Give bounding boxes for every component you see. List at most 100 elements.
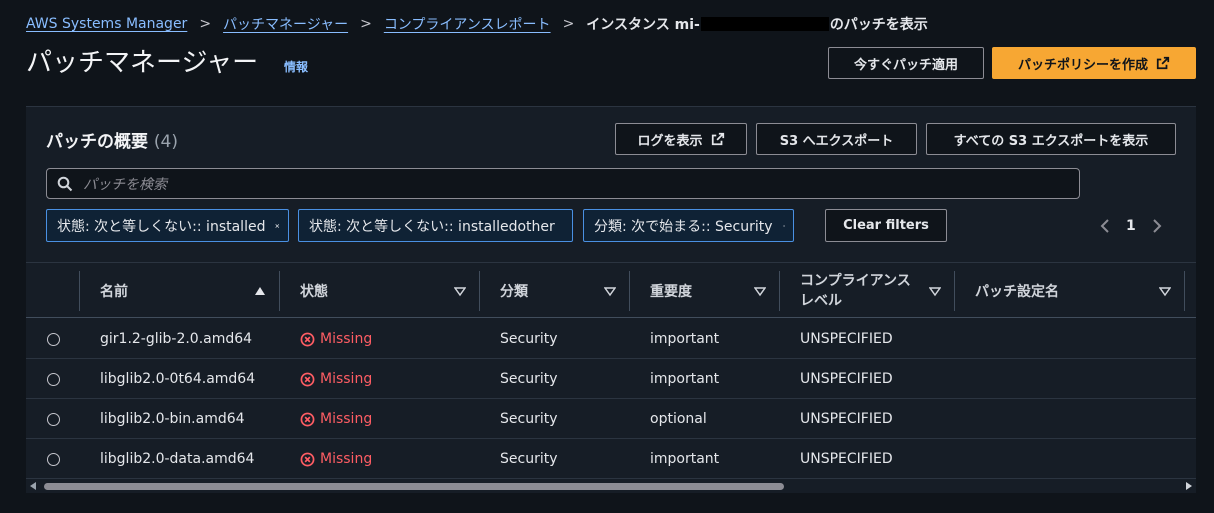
breadcrumb-separator-icon: >: [360, 16, 372, 32]
breadcrumb-current-prefix: インスタンス mi-: [586, 17, 700, 33]
column-divider: [1184, 271, 1185, 311]
breadcrumb-separator-icon: >: [562, 16, 575, 32]
column-header-state[interactable]: 状態: [300, 263, 328, 319]
cell-state: Missing: [300, 319, 372, 359]
cell-compliance: UNSPECIFIED: [800, 451, 893, 467]
column-divider: [954, 271, 955, 311]
row-select-radio[interactable]: [47, 333, 60, 346]
column-header-compliance-line2: レベル: [800, 293, 842, 309]
cell-compliance: UNSPECIFIED: [800, 331, 893, 347]
cell-severity: optional: [650, 411, 707, 427]
cell-name: libglib2.0-0t64.amd64: [100, 371, 256, 387]
column-header-severity[interactable]: 重要度: [650, 263, 692, 319]
column-header-compliance[interactable]: コンプライアンス レベル: [800, 263, 911, 319]
column-divider: [779, 271, 780, 311]
external-link-icon: [711, 132, 724, 146]
view-logs-button[interactable]: ログを表示: [615, 123, 747, 155]
export-s3-label: S3 へエクスポート: [779, 133, 894, 149]
panel-title: パッチの概要 (4): [46, 127, 178, 152]
table-row[interactable]: libglib2.0-0t64.amd64 Missing Security i…: [26, 359, 1196, 399]
clear-filters-button[interactable]: Clear filters: [825, 209, 947, 242]
chevron-left-icon[interactable]: [1100, 219, 1110, 233]
sort-descending-icon[interactable]: [454, 285, 466, 297]
panel-count: (4): [153, 132, 179, 152]
apply-patch-now-button[interactable]: 今すぐパッチ適用: [828, 47, 984, 79]
column-header-name[interactable]: 名前: [100, 263, 128, 319]
chevron-right-icon[interactable]: [1152, 219, 1162, 233]
apply-patch-now-label: 今すぐパッチ適用: [853, 57, 958, 73]
search-icon: [57, 176, 73, 191]
column-header-patch-set-label: パッチ設定名: [975, 284, 1059, 300]
view-logs-label: ログを表示: [637, 133, 703, 149]
breadcrumb-current: インスタンス mi- のパッチを表示: [586, 14, 928, 34]
pagination: 1: [1100, 214, 1162, 238]
view-all-s3-exports-button[interactable]: すべての S3 エクスポートを表示: [926, 123, 1176, 155]
error-icon: [300, 332, 315, 346]
breadcrumb: AWS Systems Manager > パッチマネージャー > コンプライア…: [26, 14, 928, 34]
cell-name: gir1.2-glib-2.0.amd64: [100, 331, 253, 347]
panel-title-text: パッチの概要: [46, 132, 148, 152]
row-select-radio[interactable]: [47, 413, 60, 426]
sort-descending-icon[interactable]: [604, 285, 616, 297]
sort-descending-icon[interactable]: [1159, 285, 1171, 297]
column-header-compliance-line1: コンプライアンス: [800, 273, 911, 289]
page-title: パッチマネージャー: [26, 48, 259, 78]
column-header-classification[interactable]: 分類: [500, 263, 528, 319]
cell-classification: Security: [500, 371, 558, 387]
view-all-s3-exports-label: すべての S3 エクスポートを表示: [953, 133, 1149, 149]
column-header-classification-label: 分類: [500, 284, 528, 300]
breadcrumb-patch-manager[interactable]: パッチマネージャー: [223, 14, 348, 34]
export-s3-button[interactable]: S3 へエクスポート: [756, 123, 917, 155]
scroll-left-icon[interactable]: [30, 482, 36, 490]
sort-descending-icon[interactable]: [754, 285, 766, 297]
breadcrumb-systems-manager[interactable]: AWS Systems Manager: [26, 16, 187, 32]
create-patch-policy-button[interactable]: パッチポリシーを作成: [992, 47, 1196, 79]
column-header-patch-set[interactable]: パッチ設定名: [975, 263, 1059, 319]
cell-state-label: Missing: [320, 331, 373, 347]
search-placeholder: パッチを検索: [83, 176, 167, 193]
filter-token-label: 状態: 次と等しくない:: installed: [57, 218, 266, 235]
breadcrumb-compliance-report[interactable]: コンプライアンスレポート: [384, 14, 551, 34]
error-icon: [300, 372, 315, 386]
column-divider: [629, 271, 630, 311]
row-select-radio[interactable]: [47, 373, 60, 386]
cell-classification: Security: [500, 331, 558, 347]
close-icon[interactable]: [782, 219, 785, 233]
page-number[interactable]: 1: [1126, 218, 1136, 234]
sort-descending-icon[interactable]: [929, 285, 941, 297]
scrollbar-thumb[interactable]: [44, 483, 784, 490]
info-link[interactable]: 情報: [284, 58, 308, 75]
error-icon: [300, 412, 315, 426]
horizontal-scrollbar[interactable]: [26, 479, 1196, 493]
filter-token-installed: 状態: 次と等しくない:: installed: [46, 209, 289, 242]
table-row[interactable]: libglib2.0-bin.amd64 Missing Security op…: [26, 399, 1196, 439]
external-link-icon: [1156, 56, 1170, 70]
column-divider: [79, 271, 80, 311]
filter-token-installedother: 状態: 次と等しくない:: installedother: [298, 209, 573, 242]
row-select-radio[interactable]: [47, 453, 60, 466]
create-patch-policy-label: パッチポリシーを作成: [1017, 57, 1148, 73]
column-header-state-label: 状態: [300, 284, 328, 300]
cell-compliance: UNSPECIFIED: [800, 411, 893, 427]
cell-severity: important: [650, 371, 720, 387]
cell-name: libglib2.0-data.amd64: [100, 451, 255, 467]
cell-state: Missing: [300, 399, 372, 439]
sort-ascending-icon[interactable]: [254, 285, 266, 297]
breadcrumb-current-suffix: のパッチを表示: [829, 17, 928, 33]
patch-search-input[interactable]: パッチを検索: [46, 168, 1080, 199]
cell-severity: important: [650, 331, 720, 347]
breadcrumb-separator-icon: >: [199, 16, 212, 32]
error-icon: [300, 452, 315, 466]
table-row[interactable]: gir1.2-glib-2.0.amd64 Missing Security i…: [26, 319, 1196, 359]
column-header-severity-label: 重要度: [650, 284, 692, 300]
table-header: 名前 状態 分類 重要度 コンプライアンス レベル パッチ設定名: [26, 262, 1196, 318]
column-header-name-label: 名前: [100, 284, 128, 300]
table-row[interactable]: libglib2.0-data.amd64 Missing Security i…: [26, 439, 1196, 479]
cell-state-label: Missing: [320, 451, 373, 467]
cell-state-label: Missing: [320, 371, 373, 387]
close-icon[interactable]: [275, 219, 280, 233]
filter-token-label: 状態: 次と等しくない:: installedother: [309, 218, 555, 235]
column-divider: [279, 271, 280, 311]
scroll-right-icon[interactable]: [1186, 482, 1192, 490]
cell-compliance: UNSPECIFIED: [800, 371, 893, 387]
